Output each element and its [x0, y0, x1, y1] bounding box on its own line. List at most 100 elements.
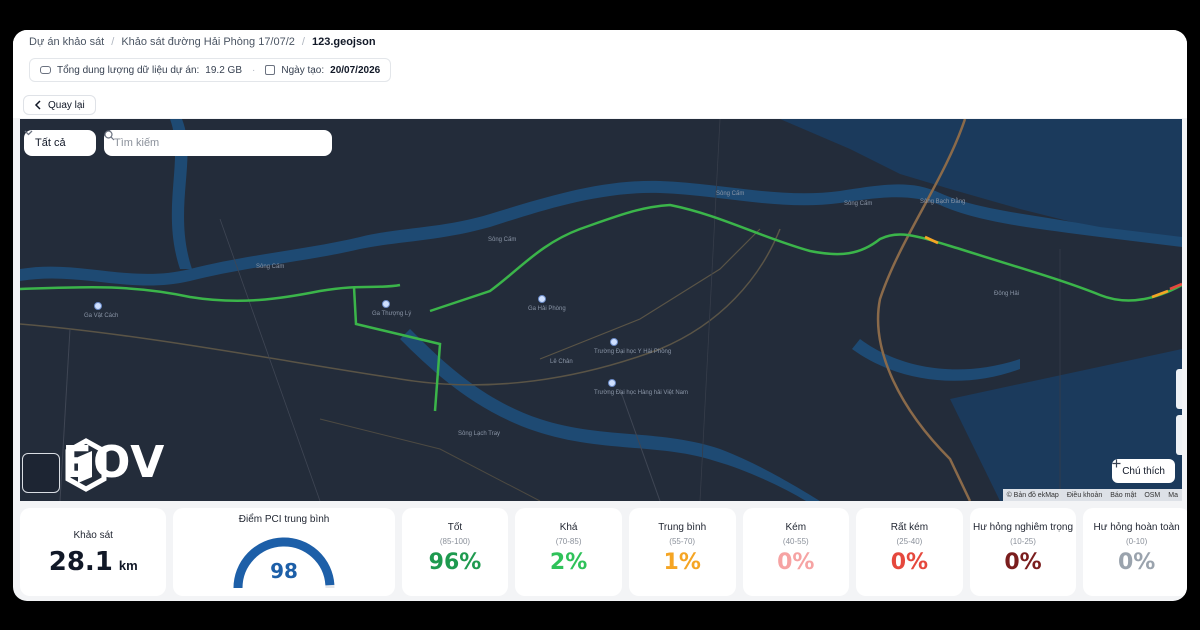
poi-label: Ga Vật Cách: [84, 313, 119, 319]
poi-label: Trường Đại học Y Hải Phòng: [594, 349, 672, 355]
class-range: (40-55): [782, 537, 809, 546]
back-button-label: Quay lại: [48, 99, 85, 111]
filter-select[interactable]: Tất cả: [24, 130, 96, 156]
search-box[interactable]: [104, 130, 332, 156]
map-side-panel-handle[interactable]: [1176, 415, 1182, 455]
map-view[interactable]: Sông Cấm Sông Cấm Sông Cấm Sông Cấm Sông…: [20, 119, 1182, 501]
class-label: Hư hỏng hoàn toàn: [1093, 522, 1180, 533]
attribution-terms[interactable]: Điều khoản: [1067, 492, 1102, 499]
class-card-serious-damage: Hư hỏng nghiêm trọng (10-25) 0%: [969, 508, 1077, 596]
class-range: (0-10): [1125, 537, 1148, 546]
eov-logo: EOV: [62, 437, 165, 492]
class-card-very-poor: Rất kém (25-40) 0%: [856, 508, 963, 596]
class-range: (85-100): [439, 537, 471, 546]
map-pin-icon[interactable]: [610, 338, 618, 346]
sea-area: [780, 119, 1182, 239]
filter-selected-value: Tất cả: [35, 137, 66, 149]
river-label: Sông Cấm: [488, 237, 517, 243]
map-pin-icon[interactable]: [382, 300, 390, 308]
class-label: Tốt: [447, 522, 463, 533]
class-label: Khá: [559, 522, 578, 533]
class-label: Kém: [785, 522, 807, 533]
map-canvas[interactable]: [20, 119, 1182, 501]
survey-length-value: 28.1: [48, 547, 113, 577]
database-icon: [40, 66, 51, 74]
storage-value: 19.2 GB: [205, 64, 242, 76]
survey-length-unit: km: [118, 558, 138, 573]
class-card-good: Tốt (85-100) 96%: [401, 508, 509, 596]
legend-button-label: Chú thích: [1122, 465, 1165, 477]
attribution-ekmap[interactable]: © Bản đồ ekMap: [1007, 492, 1059, 499]
breadcrumb: Dự án khảo sát / Khảo sát đường Hải Phòn…: [29, 36, 376, 48]
class-card-average: Trung bình (55-70) 1%: [628, 508, 736, 596]
district-label: Lê Chân: [550, 359, 573, 365]
back-button[interactable]: Quay lại: [23, 95, 96, 115]
map-side-panel-handle[interactable]: [1176, 369, 1182, 409]
poi-label: Trường Đại học Hàng hải Việt Nam: [594, 390, 688, 396]
class-card-poor: Kém (40-55) 0%: [742, 508, 850, 596]
river-label: Sông Bạch Đằng: [920, 199, 966, 205]
storage-label: Tổng dung lượng dữ liệu dự án:: [57, 64, 200, 76]
breadcrumb-survey[interactable]: Khảo sát đường Hải Phòng 17/07/2: [121, 36, 295, 48]
attribution-privacy[interactable]: Báo mật: [1110, 492, 1136, 499]
survey-length-card: Khảo sát 28.1 km: [20, 508, 167, 596]
river-label: Sông Cấm: [256, 264, 285, 270]
river-label: Sông Lạch Tray: [458, 431, 501, 437]
class-range: (10-25): [1010, 537, 1036, 546]
class-range: (70-85): [555, 537, 582, 546]
class-range: (25-40): [896, 537, 923, 546]
map-pin-icon[interactable]: [608, 379, 616, 387]
class-percentage: 1%: [663, 550, 701, 575]
class-percentage: 0%: [890, 550, 929, 575]
created-value: 20/07/2026: [330, 64, 381, 76]
breadcrumb-current-file: 123.geojson: [311, 36, 376, 48]
class-percentage: 2%: [549, 550, 588, 575]
class-label: Trung bình: [658, 522, 707, 533]
class-percentage: 0%: [777, 550, 815, 575]
chevron-down-icon: [24, 130, 33, 136]
road: [20, 228, 781, 386]
road: [539, 228, 761, 360]
project-info-bar: Tổng dung lượng dữ liệu dự án: 19.2 GB ·…: [29, 58, 392, 82]
search-icon: [104, 130, 115, 141]
poi-label: Ga Thượng Lý: [372, 311, 412, 317]
breadcrumb-projects[interactable]: Dự án khảo sát: [29, 36, 104, 48]
pci-gauge: 98: [229, 533, 339, 588]
canal: [852, 339, 1020, 381]
class-card-fair: Khá (70-85) 2%: [515, 508, 622, 596]
map-attribution: © Bản đồ ekMap Điều khoản Báo mật OSM Ma: [1002, 489, 1182, 501]
legend-button[interactable]: Chú thích: [1112, 459, 1175, 483]
class-percentage: 0%: [1117, 550, 1156, 575]
road: [319, 418, 541, 501]
survey-value: 28.1 km: [49, 547, 138, 577]
breadcrumb-separator: /: [111, 36, 115, 48]
calendar-icon: [265, 65, 276, 75]
minimap-toggle[interactable]: [22, 453, 60, 493]
chevron-left-icon: [34, 100, 41, 110]
app-frame: Dự án khảo sát / Khảo sát đường Hải Phòn…: [13, 30, 1187, 601]
district-label: Đông Hải: [994, 291, 1020, 297]
created-label: Ngày tạo:: [281, 64, 325, 76]
attribution-more[interactable]: Ma: [1168, 492, 1178, 499]
survey-route-segment: [20, 283, 401, 303]
search-input[interactable]: [114, 137, 294, 149]
survey-label: Khảo sát: [73, 530, 113, 541]
class-label: Rất kém: [890, 522, 929, 533]
attribution-osm[interactable]: OSM: [1144, 492, 1160, 499]
poi-label: Ga Hải Phòng: [528, 306, 566, 312]
map-pin-icon[interactable]: [94, 302, 102, 310]
map-pin-icon[interactable]: [538, 295, 546, 303]
class-card-failed: Hư hỏng hoàn toàn (0-10) 0%: [1083, 508, 1187, 596]
stats-panel: Khảo sát 28.1 km Điểm PCI trung bình 98 …: [20, 508, 1187, 596]
class-percentage: 0%: [1004, 550, 1042, 575]
road: [699, 119, 721, 501]
river-label: Sông Cấm: [716, 191, 745, 197]
class-percentage: 96%: [428, 550, 482, 575]
plus-icon: [1112, 459, 1121, 468]
pci-value: 98: [270, 559, 298, 583]
info-separator: ·: [252, 64, 256, 76]
class-label: Hư hỏng nghiêm trọng: [972, 522, 1074, 533]
river-label: Sông Cấm: [844, 201, 873, 207]
pci-average-card: Điểm PCI trung bình 98: [173, 508, 395, 596]
eov-logo-mark-icon: [65, 438, 107, 492]
